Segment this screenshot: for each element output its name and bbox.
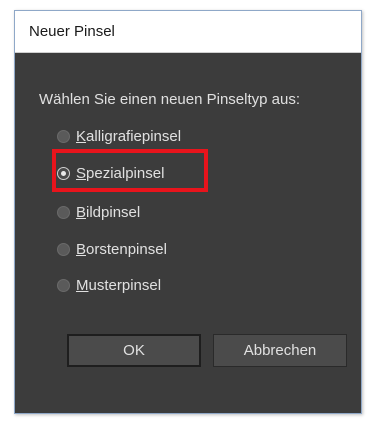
radio-icon[interactable]	[57, 129, 70, 143]
radio-bristle-brush[interactable]: Borstenpinsel	[57, 237, 167, 261]
radio-pattern-brush[interactable]: Musterpinsel	[57, 273, 161, 297]
radio-label: Kalligrafiepinsel	[76, 127, 182, 145]
dialog-title: Neuer Pinsel	[29, 23, 115, 40]
title-bar[interactable]: Neuer Pinsel	[15, 11, 361, 53]
radio-label: Musterpinsel	[76, 276, 162, 294]
selection-highlight-box	[52, 149, 208, 192]
radio-calligraphic-brush[interactable]: Kalligrafiepinsel	[57, 124, 181, 148]
radio-label: Borstenpinsel	[76, 240, 167, 258]
radio-label: Bildpinsel	[76, 203, 141, 221]
radio-art-brush[interactable]: Bildpinsel	[57, 200, 140, 224]
brush-type-prompt: Wählen Sie einen neuen Pinseltyp aus:	[39, 91, 301, 108]
cancel-button[interactable]: Abbrechen	[213, 334, 347, 367]
radio-icon[interactable]	[57, 278, 70, 292]
new-brush-dialog: Neuer Pinsel Wählen Sie einen neuen Pins…	[14, 10, 362, 414]
ok-button[interactable]: OK	[67, 334, 201, 367]
radio-icon[interactable]	[57, 205, 70, 219]
radio-icon[interactable]	[57, 242, 70, 256]
